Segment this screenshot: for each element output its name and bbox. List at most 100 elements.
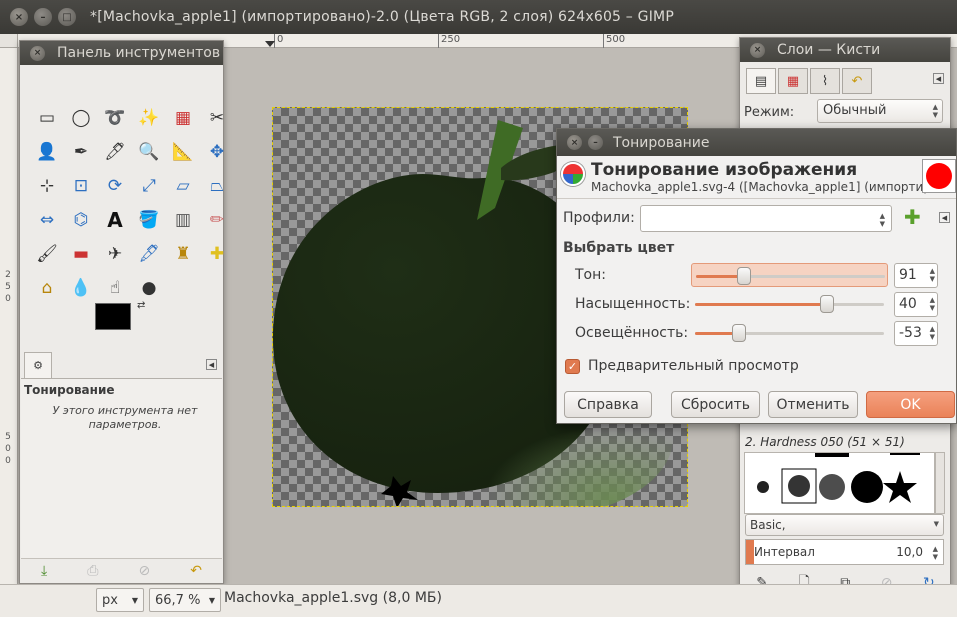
paths-tab-icon[interactable]: ⌇ — [810, 68, 840, 94]
channels-tab-icon[interactable]: ▦ — [778, 68, 808, 94]
maximize-icon[interactable]: □ — [58, 8, 76, 26]
spin-arrows-icon[interactable]: ▲ ▼ — [930, 267, 935, 283]
spin-arrows-icon[interactable]: ▲ ▼ — [933, 545, 938, 561]
spacing-slider[interactable]: Интервал 10,0 ▲ ▼ — [745, 539, 944, 565]
preview-checkbox-row[interactable]: ✓ Предварительный просмотр — [565, 358, 799, 374]
zoom-field[interactable]: 66,7 % ▼ — [149, 588, 221, 612]
minimize-icon[interactable]: – — [588, 135, 603, 150]
move-tool-icon[interactable]: ✥ — [200, 135, 234, 169]
undo-tab-icon[interactable]: ↶ — [842, 68, 872, 94]
text-tool-icon[interactable]: A — [98, 203, 132, 237]
delete-options-icon[interactable]: ⊘ — [138, 563, 150, 579]
save-options-icon[interactable]: ⤓ — [41, 563, 47, 579]
spin-arrows-icon[interactable]: ▲ ▼ — [930, 325, 935, 341]
perspective-clone-tool-icon[interactable]: ⌂ — [30, 271, 64, 305]
reset-button[interactable]: Сбросить — [671, 391, 760, 418]
lightness-value: -53 — [899, 325, 922, 341]
paths-tool-icon[interactable]: ✒ — [64, 135, 98, 169]
dock-tabs: ▤ ▦ ⌇ ↶ — [746, 68, 874, 94]
hue-spinbox[interactable]: 91 ▲ ▼ — [894, 263, 938, 288]
blur-tool-icon[interactable]: 💧 — [64, 271, 98, 305]
cage-tool-icon[interactable]: ⌬ — [64, 203, 98, 237]
ruler-tick: 5 — [5, 432, 11, 442]
lightness-spinbox[interactable]: -53 ▲ ▼ — [894, 321, 938, 346]
hue-slider[interactable] — [691, 263, 888, 287]
spin-arrows-icon[interactable]: ▲ ▼ — [930, 296, 935, 312]
eraser-tool-icon[interactable]: ▬ — [64, 237, 98, 271]
unit-select[interactable]: px ▼ — [96, 588, 144, 612]
zoom-tool-icon[interactable]: 🔍 — [132, 135, 166, 169]
ruler-tick: 500 — [603, 34, 625, 48]
slider-knob[interactable] — [736, 267, 751, 285]
slider-knob[interactable] — [732, 324, 747, 342]
swap-colors-icon[interactable]: ⇄ — [137, 300, 145, 311]
clone-tool-icon[interactable]: ♜ — [166, 237, 200, 271]
foreground-color[interactable] — [95, 303, 131, 330]
brush-name: 2. Hardness 050 (51 × 51) — [745, 435, 905, 449]
restore-options-icon[interactable]: ⎙ — [87, 563, 98, 579]
pencil-tool-icon[interactable]: ✏ — [200, 203, 234, 237]
brush-scrollbar[interactable] — [935, 452, 945, 514]
perspective-tool-icon[interactable]: ⏢ — [200, 169, 234, 203]
scissors-tool-icon[interactable]: ✂ — [200, 101, 234, 135]
shear-tool-icon[interactable]: ▱ — [166, 169, 200, 203]
dialog-title: Тонирование — [613, 134, 710, 151]
flip-tool-icon[interactable]: ⇔ — [30, 203, 64, 237]
tool-options-tab[interactable]: ⚙ — [24, 352, 52, 378]
airbrush-tool-icon[interactable]: ✈ — [98, 237, 132, 271]
saturation-slider[interactable] — [691, 292, 888, 316]
brush-grid[interactable] — [744, 452, 935, 514]
mode-value: Обычный — [823, 103, 887, 118]
layers-tab-icon[interactable]: ▤ — [746, 68, 776, 94]
blend-tool-icon[interactable]: ▥ — [166, 203, 200, 237]
brush-set-select[interactable]: Basic, ▼ — [745, 514, 944, 536]
close-icon[interactable]: × — [10, 8, 28, 26]
measure-tool-icon[interactable]: 📐 — [166, 135, 200, 169]
fg-bg-colors[interactable]: ⇄ — [95, 300, 155, 348]
profiles-combo[interactable]: ▲ ▼ — [640, 205, 892, 232]
mode-select[interactable]: Обычный ▲ ▼ — [817, 99, 943, 123]
minimize-icon[interactable]: – — [34, 8, 52, 26]
preview-checkbox[interactable]: ✓ — [565, 358, 580, 374]
smudge-tool-icon[interactable]: ☝ — [98, 271, 132, 305]
dialog-titlebar: × – Тонирование — [557, 129, 956, 156]
align-tool-icon[interactable]: ⊹ — [30, 169, 64, 203]
saturation-spinbox[interactable]: 40 ▲ ▼ — [894, 292, 938, 317]
free-select-tool-icon[interactable]: ➰ — [98, 101, 132, 135]
mode-label: Режим: — [744, 105, 795, 120]
tab-menu-icon[interactable]: ◀ — [206, 359, 217, 370]
add-profile-icon[interactable]: ✚ — [904, 207, 921, 227]
heal-tool-icon[interactable]: ✚ — [200, 237, 234, 271]
tab-menu-icon[interactable]: ◀ — [933, 73, 944, 84]
reset-options-icon[interactable]: ↶ — [190, 563, 202, 579]
foreground-select-tool-icon[interactable]: 👤 — [30, 135, 64, 169]
preview-label: Предварительный просмотр — [588, 358, 799, 374]
tab-menu-icon[interactable]: ◀ — [939, 212, 950, 223]
ellipse-select-tool-icon[interactable]: ◯ — [64, 101, 98, 135]
ink-tool-icon[interactable]: 🖋 — [132, 237, 166, 271]
color-select-tool-icon[interactable]: ▦ — [166, 101, 200, 135]
bucket-fill-tool-icon[interactable]: 🪣 — [132, 203, 166, 237]
ok-button[interactable]: OK — [866, 391, 955, 418]
color-picker-tool-icon[interactable]: 🖊 — [98, 135, 132, 169]
close-icon[interactable]: × — [567, 135, 582, 150]
fuzzy-select-tool-icon[interactable]: ✨ — [132, 101, 166, 135]
paintbrush-tool-icon[interactable]: 🖌 — [30, 237, 64, 271]
slider-knob[interactable] — [820, 295, 835, 313]
close-icon[interactable]: × — [30, 45, 45, 61]
close-icon[interactable]: × — [750, 42, 765, 58]
crop-tool-icon[interactable]: ⊡ — [64, 169, 98, 203]
rotate-tool-icon[interactable]: ⟳ — [98, 169, 132, 203]
lightness-slider[interactable] — [691, 321, 888, 345]
lightness-label: Освещённость: — [575, 325, 689, 341]
toolbox-bottom-bar: ⤓ ⎙ ⊘ ↶ — [21, 558, 222, 583]
zoom-value: 66,7 % — [155, 592, 201, 608]
slider-fill — [695, 303, 828, 306]
scale-tool-icon[interactable]: ⤢ — [132, 169, 166, 203]
saturation-row: Насыщенность: 40 ▲ ▼ — [557, 292, 956, 318]
cancel-button[interactable]: Отменить — [768, 391, 858, 418]
rect-select-tool-icon[interactable]: ▭ — [30, 101, 64, 135]
help-button[interactable]: Справка — [564, 391, 652, 418]
window-title: *[Machovka_apple1] (импортировано)-2.0 (… — [90, 9, 674, 25]
select-arrows-icon: ▲ ▼ — [932, 103, 938, 119]
